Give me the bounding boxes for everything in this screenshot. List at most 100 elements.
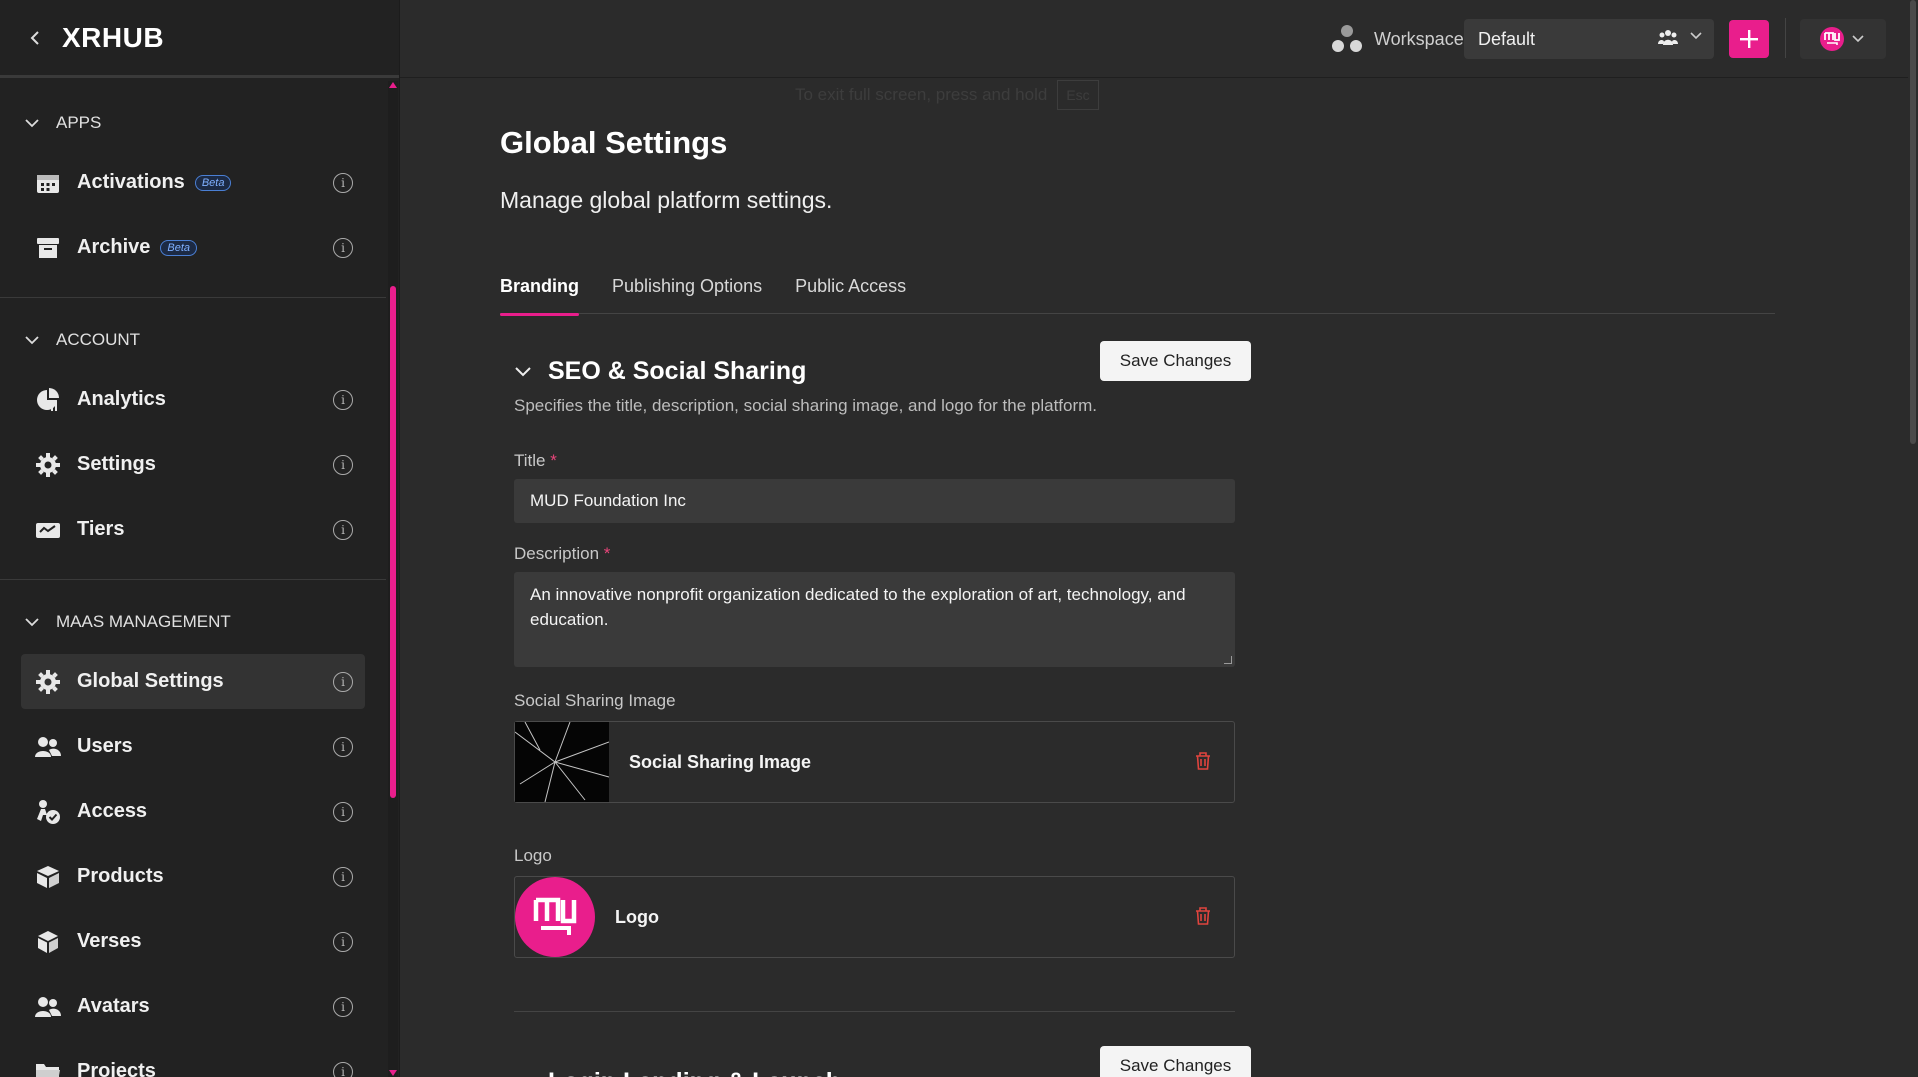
description-value: An innovative nonprofit organization ded… — [530, 585, 1186, 629]
social-image-label: Social Sharing Image — [514, 691, 676, 710]
sidebar-item-label: Settings — [77, 453, 156, 475]
chevron-down-icon — [25, 119, 39, 128]
required-mark: * — [550, 451, 557, 470]
sidebar-item-avatars[interactable]: Avatars i — [21, 979, 365, 1034]
workspace-select-value: Default — [1478, 28, 1536, 49]
resize-handle[interactable] — [1224, 656, 1232, 664]
info-icon[interactable]: i — [333, 996, 353, 1017]
workspace-label-group: Workspace — [1330, 24, 1464, 54]
sidebar-item-label: Activations — [77, 171, 185, 193]
info-icon[interactable]: i — [333, 519, 353, 540]
tab-publishing-options[interactable]: Publishing Options — [612, 276, 762, 314]
chart-pie-icon — [35, 387, 61, 413]
info-icon[interactable]: i — [333, 866, 353, 887]
sidebar-item-settings[interactable]: Settings i — [21, 437, 365, 492]
description-textarea[interactable]: An innovative nonprofit organization ded… — [514, 572, 1235, 667]
section-header: SEO & Social Sharing Save Changes — [514, 341, 1251, 401]
section-description: Specifies the title, description, social… — [514, 396, 1098, 415]
scroll-up-arrow[interactable] — [389, 82, 397, 88]
workspace-select[interactable]: Default — [1464, 19, 1714, 59]
sidebar-nav: APPS Activations Beta i Archive Beta i A… — [0, 81, 386, 1077]
sidebar: XRHUB APPS Activations Beta i Archive Be… — [0, 0, 400, 1077]
sidebar-section-apps: APPS Activations Beta i Archive Beta i — [0, 81, 386, 298]
next-save-changes-button[interactable]: Save Changes — [1100, 1046, 1251, 1077]
group-icon — [1658, 30, 1678, 45]
logo-upload[interactable]: Logo — [514, 876, 1235, 958]
info-icon[interactable]: i — [333, 237, 353, 258]
info-icon[interactable]: i — [333, 454, 353, 475]
sidebar-item-label: Projects — [77, 1060, 156, 1077]
sidebar-header: XRHUB — [0, 0, 399, 78]
main-scrollbar[interactable] — [1908, 0, 1918, 1077]
next-section-toggle[interactable]: Login Landing & Launch — [514, 1068, 841, 1077]
info-icon[interactable]: i — [333, 1061, 353, 1077]
chevron-down-icon — [515, 366, 531, 376]
scroll-down-arrow[interactable] — [389, 1070, 397, 1076]
settings-tabs: Branding Publishing Options Public Acces… — [500, 276, 1775, 316]
chevron-left-icon — [30, 30, 39, 45]
main-scroll-thumb[interactable] — [1910, 0, 1916, 444]
beta-badge: Beta — [194, 174, 232, 191]
tab-public-access[interactable]: Public Access — [795, 276, 906, 314]
plus-icon — [1740, 30, 1758, 48]
tab-branding[interactable]: Branding — [500, 276, 579, 316]
sidebar-item-analytics[interactable]: Analytics i — [21, 372, 365, 427]
info-icon[interactable]: i — [333, 931, 353, 952]
sidebar-item-users[interactable]: Users i — [21, 719, 365, 774]
boxes-icon — [35, 864, 61, 890]
cube-icon — [35, 929, 61, 955]
sidebar-item-access[interactable]: Access i — [21, 784, 365, 839]
beta-badge: Beta — [160, 239, 198, 256]
sidebar-section-account: ACCOUNT Analytics i Settings i Tiers i — [0, 298, 386, 580]
info-icon[interactable]: i — [333, 172, 353, 193]
trash-icon[interactable] — [1194, 906, 1212, 926]
sidebar-item-label: Tiers — [77, 518, 125, 540]
info-icon[interactable]: i — [333, 671, 353, 692]
section-toggle-account[interactable]: ACCOUNT — [0, 298, 386, 372]
section-title: ACCOUNT — [56, 330, 141, 349]
info-icon[interactable]: i — [333, 736, 353, 757]
sidebar-item-archive[interactable]: Archive Beta i — [21, 220, 365, 275]
section-title: MAAS MANAGEMENT — [56, 612, 231, 631]
sidebar-item-label: Archive — [77, 236, 151, 258]
section-collapse-toggle[interactable]: SEO & Social Sharing — [514, 357, 806, 386]
workspace-icon — [1332, 25, 1362, 52]
sidebar-item-verses[interactable]: Verses i — [21, 914, 365, 969]
back-button[interactable] — [22, 25, 48, 51]
sidebar-item-label: Users — [77, 735, 133, 757]
sidebar-item-products[interactable]: Products i — [21, 849, 365, 904]
seo-social-section: SEO & Social Sharing Save Changes Specif… — [514, 341, 1251, 1077]
sidebar-item-label: Avatars — [77, 995, 150, 1017]
sidebar-item-activations[interactable]: Activations Beta i — [21, 155, 365, 210]
gear-icon — [35, 669, 61, 695]
user-menu-button[interactable] — [1800, 19, 1886, 59]
info-icon[interactable]: i — [333, 801, 353, 822]
sidebar-scroll-thumb[interactable] — [390, 286, 396, 798]
section-divider — [514, 1011, 1235, 1012]
access-icon — [35, 799, 61, 825]
social-image-upload[interactable]: Social Sharing Image — [514, 721, 1235, 803]
page-title: Global Settings — [500, 125, 728, 160]
save-changes-button[interactable]: Save Changes — [1100, 341, 1251, 381]
section-toggle-apps[interactable]: APPS — [0, 81, 386, 155]
required-mark: * — [603, 544, 611, 563]
description-field-label: Description * — [514, 544, 610, 564]
sidebar-item-label: Products — [77, 865, 164, 887]
section-toggle-maas[interactable]: MAAS MANAGEMENT — [0, 580, 386, 654]
title-input[interactable]: MUD Foundation Inc — [514, 479, 1235, 523]
next-section-header: Login Landing & Launch Save Changes — [514, 1046, 1251, 1077]
chevron-down-icon — [1690, 32, 1702, 40]
sidebar-item-tiers[interactable]: Tiers i — [21, 502, 365, 557]
info-icon[interactable]: i — [333, 389, 353, 410]
sidebar-item-label: Analytics — [77, 388, 166, 410]
label-text: Title — [514, 451, 546, 470]
brand-logo-text: XRHUB — [62, 21, 165, 53]
topbar: Workspace Default — [400, 0, 1908, 78]
trash-icon[interactable] — [1194, 751, 1212, 771]
sidebar-section-maas: MAAS MANAGEMENT Global Settings i Users … — [0, 580, 386, 1077]
sidebar-item-global-settings[interactable]: Global Settings i — [21, 654, 365, 709]
next-section-title: Login Landing & Launch — [548, 1068, 841, 1077]
sidebar-item-projects[interactable]: Projects i — [21, 1044, 365, 1077]
sidebar-item-label: Access — [77, 800, 148, 822]
add-button[interactable] — [1729, 20, 1769, 58]
